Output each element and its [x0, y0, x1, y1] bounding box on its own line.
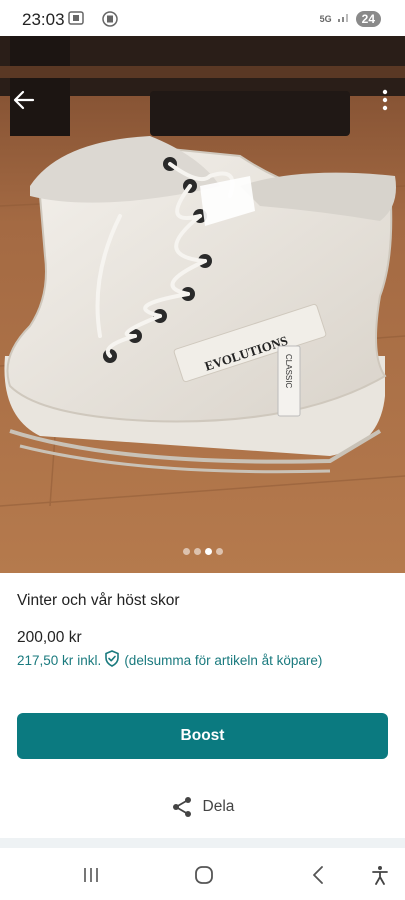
share-icon	[172, 797, 191, 817]
arrow-left-icon	[13, 90, 35, 110]
screenshot-notification-icon	[68, 11, 84, 30]
recent-apps-button[interactable]	[77, 864, 105, 886]
photo-pager[interactable]	[0, 548, 405, 555]
pager-dot[interactable]	[193, 548, 201, 555]
more-options-button[interactable]	[377, 84, 393, 116]
back-button[interactable]	[8, 86, 40, 114]
recent-apps-icon	[84, 868, 98, 882]
home-icon	[195, 866, 213, 884]
app-notification-icon	[102, 11, 118, 32]
product-photo[interactable]: EVOLUTIONS CLASSIC	[0, 36, 405, 573]
photo-charm-text: CLASSIC	[284, 354, 293, 388]
system-navigation-bar	[0, 848, 405, 900]
signal-icon	[337, 10, 351, 28]
share-button[interactable]: Dela	[0, 792, 405, 822]
status-indicators: 5G 24	[320, 10, 381, 28]
pager-dot[interactable]	[182, 548, 190, 555]
boost-button[interactable]: Boost	[17, 713, 388, 759]
total-price-info[interactable]: 217,50 kr inkl. (delsumma för artikeln å…	[17, 650, 322, 670]
accessibility-icon	[372, 866, 388, 885]
share-label: Dela	[202, 798, 235, 815]
item-price: 200,00 kr	[17, 629, 82, 646]
shield-check-icon	[104, 650, 120, 670]
accessibility-button[interactable]	[366, 864, 394, 886]
status-bar: 23:03 5G 24	[0, 0, 405, 36]
item-title: Vinter och vår höst skor	[17, 592, 180, 609]
pager-dot[interactable]	[204, 548, 212, 555]
chevron-left-icon	[313, 866, 323, 884]
pager-dot[interactable]	[215, 548, 223, 555]
status-time: 23:03	[22, 10, 65, 29]
more-vertical-icon	[382, 89, 388, 111]
product-photo-illustration: EVOLUTIONS CLASSIC	[0, 36, 405, 573]
buyer-protection-note: (delsumma för artikeln åt köpare)	[124, 652, 323, 668]
system-back-button[interactable]	[304, 864, 332, 886]
total-incl-label: inkl.	[77, 652, 102, 668]
battery-indicator: 24	[355, 11, 381, 27]
network-type: 5G	[319, 13, 332, 24]
total-price: 217,50 kr	[17, 652, 74, 668]
home-button[interactable]	[190, 864, 218, 886]
section-divider	[0, 838, 405, 848]
